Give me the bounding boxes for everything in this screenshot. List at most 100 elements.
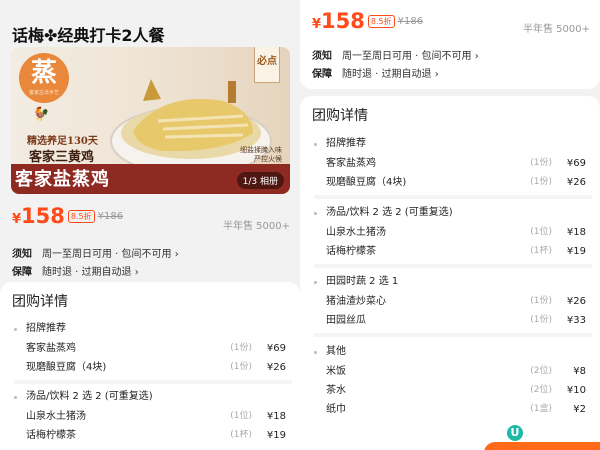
item-name: 现磨酿豆腐（4块) — [26, 362, 107, 373]
list-item: 现磨酿豆腐（4块) (1份) ¥26 — [14, 358, 292, 377]
item-qty: (1份) — [530, 315, 552, 325]
details-title: 团购详情 — [12, 294, 68, 310]
buy-button[interactable] — [484, 442, 600, 450]
list-item: 纸巾 (1盒) ¥2 — [314, 400, 592, 419]
item-price: ¥19 — [266, 430, 286, 441]
group-divider — [314, 264, 592, 268]
list-item: 茶水 (2位) ¥10 — [314, 381, 592, 400]
item-name: 田园丝瓜 — [326, 315, 366, 326]
detail-group: 汤品/饮料 2 选 2 (可重复选) 山泉水土猪汤 (1位) ¥18 话梅柠檬茶… — [314, 203, 592, 261]
product-card: 话梅✤经典打卡2人餐 蒸 客家古法手艺 🐓 精选养足130天 客家三黄鸡 必点 … — [0, 0, 300, 282]
group-divider — [14, 380, 292, 384]
item-qty: (2位) — [530, 366, 552, 376]
item-price: ¥19 — [566, 246, 586, 257]
list-item: 山泉水土猪汤 (1位) ¥18 — [14, 407, 292, 426]
guarantee-key: 保障 — [12, 267, 32, 278]
original-price: ¥186 — [97, 211, 124, 222]
notice-value: 周一至周日可用 · 包间不可用 › — [42, 249, 179, 260]
item-price: ¥10 — [566, 385, 586, 396]
image-slogan-line1: 精选养足130天 — [27, 136, 98, 147]
group-heading: 汤品/饮料 2 选 2 (可重复选) — [14, 387, 292, 407]
item-price: ¥18 — [266, 411, 286, 422]
price-value: 158 — [321, 9, 365, 33]
details-card: 团购详情 招牌推荐 客家盐蒸鸡 (1份) ¥69 现磨酿豆腐（4块) (1份) … — [300, 96, 600, 450]
item-price: ¥69 — [266, 343, 286, 354]
guarantee-value: 随时退 · 过期自动退 › — [342, 69, 439, 80]
bullet-dot — [314, 212, 317, 215]
guarantee-key: 保障 — [312, 69, 332, 80]
list-item: 话梅柠檬茶 (1杯) ¥19 — [14, 426, 292, 445]
item-qty: (1份) — [530, 158, 552, 168]
item-name: 话梅柠檬茶 — [26, 430, 76, 441]
price-row: ¥158 8.5折 ¥186 — [12, 204, 123, 228]
image-tag-line1: 细盐揉腌入味 — [240, 146, 282, 154]
price-currency: ¥ — [12, 212, 22, 227]
rooster-icon: 🐓 — [33, 107, 50, 122]
image-dish-name: 客家盐蒸鸡 — [15, 169, 110, 190]
price-row: ¥158 8.5折 ¥186 — [312, 9, 423, 33]
group-heading: 汤品/饮料 2 选 2 (可重复选) — [314, 203, 592, 223]
bullet-dot — [14, 396, 17, 399]
notice-row[interactable]: 须知 周一至周日可用 · 包间不可用 › — [312, 47, 479, 62]
item-qty: (2位) — [530, 385, 552, 395]
item-price: ¥26 — [266, 362, 286, 373]
sold-count: 半年售 5000+ — [222, 221, 290, 232]
original-price: ¥186 — [397, 16, 424, 27]
item-price: ¥33 — [566, 315, 586, 326]
product-title: 话梅✤经典打卡2人餐 — [12, 26, 165, 45]
album-counter[interactable]: 1/3 相册 — [236, 172, 284, 189]
item-name: 茶水 — [326, 385, 346, 396]
group-heading: 招牌推荐 — [314, 134, 592, 154]
notice-key: 须知 — [12, 249, 32, 260]
app-logo-icon[interactable]: U — [507, 425, 523, 441]
discount-badge: 8.5折 — [367, 15, 395, 28]
must-order-tag: 必点 — [254, 47, 280, 83]
item-qty: (1位) — [530, 227, 552, 237]
group-heading: 田园时蔬 2 选 1 — [314, 272, 592, 292]
item-qty: (1杯) — [230, 430, 252, 440]
product-image[interactable]: 蒸 客家古法手艺 🐓 精选养足130天 客家三黄鸡 必点 细盐揉腌入味 严控火候… — [11, 47, 290, 194]
item-name: 客家盐蒸鸡 — [26, 343, 76, 354]
price-value: 158 — [21, 204, 65, 228]
steam-badge-sub: 客家古法手艺 — [28, 90, 59, 96]
notice-value: 周一至周日可用 · 包间不可用 › — [342, 51, 479, 62]
notice-key: 须知 — [312, 51, 332, 62]
notice-row[interactable]: 须知 周一至周日可用 · 包间不可用 › — [12, 245, 179, 260]
steam-badge-char: 蒸 — [30, 58, 57, 88]
group-divider — [314, 333, 592, 337]
steam-badge: 蒸 客家古法手艺 — [19, 53, 69, 103]
list-item: 现磨酿豆腐（4块) (1份) ¥26 — [314, 173, 592, 192]
item-name: 现磨酿豆腐（4块) — [326, 177, 407, 188]
detail-group: 其他 米饭 (2位) ¥8 茶水 (2位) ¥10 纸巾 (1盒) ¥2 — [314, 342, 592, 419]
sold-count: 半年售 5000+ — [522, 24, 590, 35]
right-panel: ¥158 8.5折 ¥186 半年售 5000+ 须知 周一至周日可用 · 包间不可用… — [300, 0, 600, 450]
item-qty: (1份) — [530, 177, 552, 187]
item-name: 猪油渣炒菜心 — [326, 296, 386, 307]
guarantee-row[interactable]: 保障 随时退 · 过期自动退 › — [312, 65, 439, 80]
item-qty: (1位) — [230, 411, 252, 421]
list-item: 话梅柠檬茶 (1杯) ¥19 — [314, 242, 592, 261]
item-name: 话梅柠檬茶 — [326, 246, 376, 257]
item-name: 山泉水土猪汤 — [326, 227, 386, 238]
guarantee-row[interactable]: 保障 随时退 · 过期自动退 › — [12, 263, 139, 278]
list-item: 客家盐蒸鸡 (1份) ¥69 — [314, 154, 592, 173]
item-qty: (1份) — [530, 296, 552, 306]
group-heading: 招牌推荐 — [14, 319, 292, 339]
item-qty: (1杯) — [530, 246, 552, 256]
item-price: ¥8 — [573, 366, 586, 377]
list-item: 猪油渣炒菜心 (1份) ¥26 — [314, 292, 592, 311]
details-card: 团购详情 招牌推荐 客家盐蒸鸡 (1份) ¥69 现磨酿豆腐（4块) (1份) … — [0, 282, 300, 450]
bullet-dot — [314, 281, 317, 284]
group-divider — [314, 195, 592, 199]
item-qty: (1份) — [230, 362, 252, 372]
image-tag-line2: 严控火候 — [254, 155, 282, 163]
image-slogan-line2: 客家三黄鸡 — [29, 150, 95, 165]
price-card: ¥158 8.5折 ¥186 半年售 5000+ 须知 周一至周日可用 · 包间不可用… — [300, 0, 600, 89]
list-item: 米饭 (2位) ¥8 — [314, 362, 592, 381]
details-title: 团购详情 — [312, 108, 368, 124]
item-price: ¥26 — [566, 177, 586, 188]
item-qty: (1盒) — [530, 404, 552, 414]
detail-group: 招牌推荐 客家盐蒸鸡 (1份) ¥69 现磨酿豆腐（4块) (1份) ¥26 — [14, 319, 292, 377]
item-name: 客家盐蒸鸡 — [326, 158, 376, 169]
price-currency: ¥ — [312, 17, 322, 32]
